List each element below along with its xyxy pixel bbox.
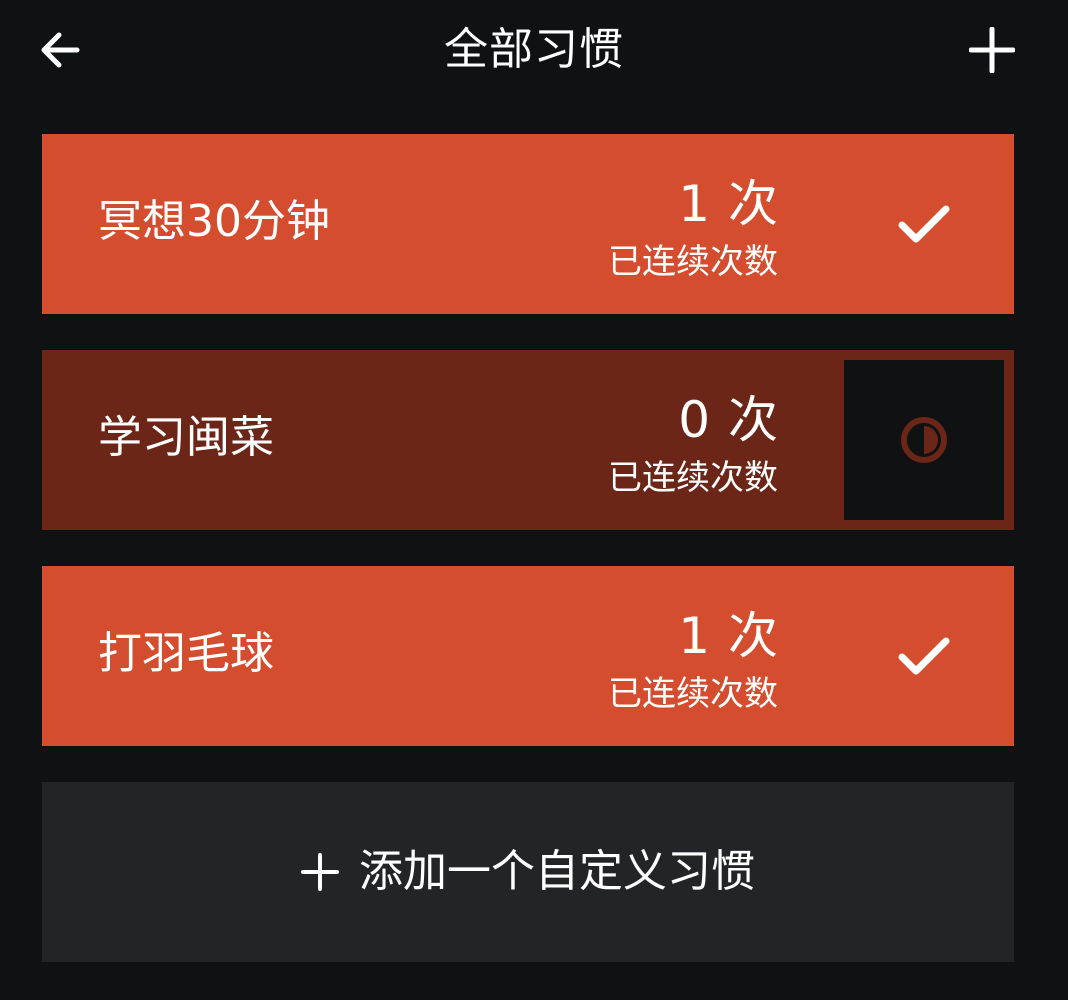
header: 全部习惯 — [0, 0, 1068, 100]
habit-count-unit: 次 — [728, 391, 778, 449]
habit-count-unit: 次 — [728, 607, 778, 665]
plus-icon — [301, 853, 339, 891]
checkmark-icon — [898, 205, 950, 243]
habit-done-toggle[interactable] — [844, 576, 1004, 736]
habit-name: 冥想30分钟 — [98, 196, 330, 247]
add-custom-habit-label: 添加一个自定义习惯 — [359, 846, 755, 897]
habit-name: 学习闽菜 — [98, 412, 274, 463]
habit-done-toggle[interactable] — [844, 144, 1004, 304]
page-title: 全部习惯 — [444, 24, 624, 75]
habit-card-meditation[interactable]: 冥想30分钟 1次 已连续次数 — [42, 134, 1014, 314]
habit-count-unit: 次 — [728, 175, 778, 233]
plus-icon — [969, 27, 1015, 73]
add-custom-habit-button[interactable]: 添加一个自定义习惯 — [42, 782, 1014, 962]
add-custom-habit-content: 添加一个自定义习惯 — [301, 844, 755, 900]
add-habit-button[interactable] — [962, 20, 1022, 80]
habit-count-number: 1 — [678, 607, 710, 665]
half-circle-icon — [901, 417, 947, 463]
habit-name: 打羽毛球 — [98, 628, 274, 679]
habit-count: 1次 — [678, 606, 778, 666]
habit-streak-label: 已连续次数 — [608, 242, 778, 282]
habit-count-number: 1 — [678, 175, 710, 233]
habit-count: 0次 — [678, 390, 778, 450]
habit-streak-label: 已连续次数 — [608, 674, 778, 714]
checkmark-icon — [898, 637, 950, 675]
habit-streak-label: 已连续次数 — [608, 458, 778, 498]
habit-pending-toggle[interactable] — [844, 360, 1004, 520]
habit-count: 1次 — [678, 174, 778, 234]
habit-count-number: 0 — [678, 391, 710, 449]
habit-card-badminton[interactable]: 打羽毛球 1次 已连续次数 — [42, 566, 1014, 746]
habit-card-fujian-cuisine[interactable]: 学习闽菜 0次 已连续次数 — [42, 350, 1014, 530]
